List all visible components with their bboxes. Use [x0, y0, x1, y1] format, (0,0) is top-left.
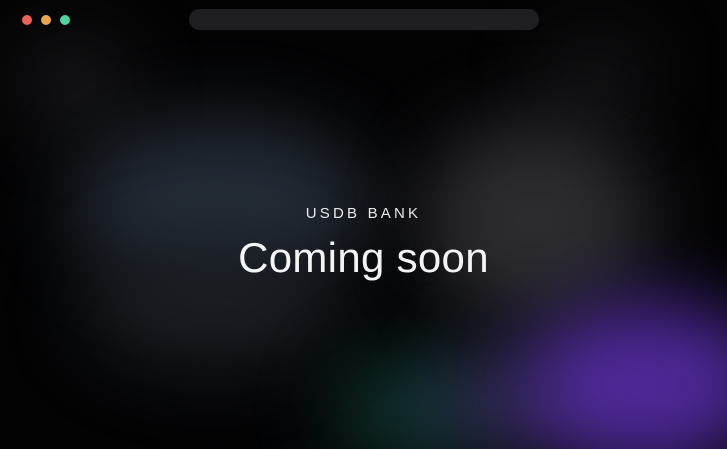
hero-section: USDB BANK Coming soon	[0, 200, 727, 284]
background-glow-purple	[530, 300, 727, 449]
address-bar[interactable]	[189, 9, 539, 30]
background-glow-top-left	[20, 40, 130, 130]
maximize-dot-icon[interactable]	[60, 15, 70, 25]
background-glow-top-right	[540, 40, 650, 110]
page-title: Coming soon	[238, 234, 489, 281]
close-dot-icon[interactable]	[22, 15, 32, 25]
brand-name: USDB BANK	[305, 205, 422, 222]
browser-window: USDB BANK Coming soon	[0, 0, 727, 449]
window-titlebar	[0, 0, 727, 40]
minimize-dot-icon[interactable]	[41, 15, 51, 25]
